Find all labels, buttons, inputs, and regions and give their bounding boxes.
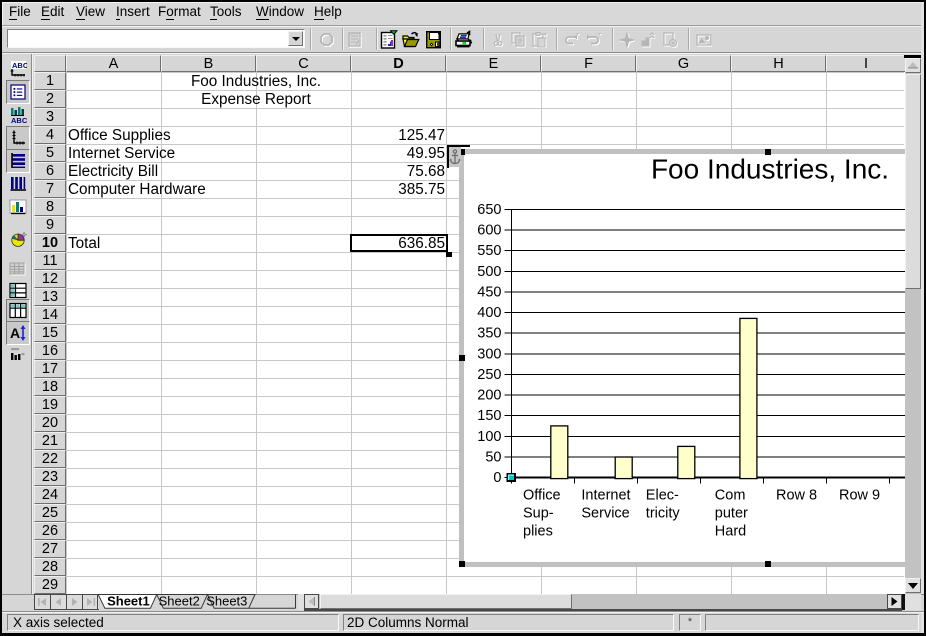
svg-text:Office: Office: [523, 488, 561, 504]
svg-text:250: 250: [477, 367, 501, 383]
svg-text:400: 400: [477, 305, 501, 321]
svg-text:Sheet2: Sheet2: [159, 594, 200, 608]
svg-text:Sheet1: Sheet1: [107, 594, 150, 608]
svg-text:Foo Industries, Inc.: Foo Industries, Inc.: [651, 154, 889, 184]
svg-text:Hard: Hard: [715, 524, 746, 540]
svg-text:50: 50: [485, 450, 501, 466]
svg-text:ABC: ABC: [12, 61, 27, 70]
svg-text:tricity: tricity: [646, 506, 681, 522]
svg-text:300: 300: [477, 346, 501, 362]
svg-text:puter: puter: [715, 506, 748, 522]
svg-text:Sheet3: Sheet3: [206, 594, 247, 608]
svg-text:A: A: [10, 325, 20, 341]
svg-text:450: 450: [477, 284, 501, 300]
svg-text:Row 8: Row 8: [776, 488, 817, 504]
svg-text:500: 500: [477, 264, 501, 280]
svg-text:200: 200: [477, 388, 501, 404]
svg-text:Sup-: Sup-: [523, 506, 554, 522]
svg-text:ABC: ABC: [11, 116, 27, 124]
svg-text:Elec-: Elec-: [646, 488, 679, 504]
svg-text:350: 350: [477, 326, 501, 342]
svg-text:0: 0: [493, 470, 501, 486]
svg-text:600: 600: [477, 223, 501, 239]
svg-text:Internet: Internet: [581, 488, 630, 504]
svg-text:plies: plies: [523, 524, 553, 540]
svg-text:550: 550: [477, 243, 501, 259]
svg-text:Service: Service: [581, 506, 629, 522]
svg-text:150: 150: [477, 408, 501, 424]
svg-text:Com: Com: [715, 488, 746, 504]
svg-text:Row 9: Row 9: [839, 488, 880, 504]
svg-text:650: 650: [477, 202, 501, 218]
svg-text:100: 100: [477, 429, 501, 445]
